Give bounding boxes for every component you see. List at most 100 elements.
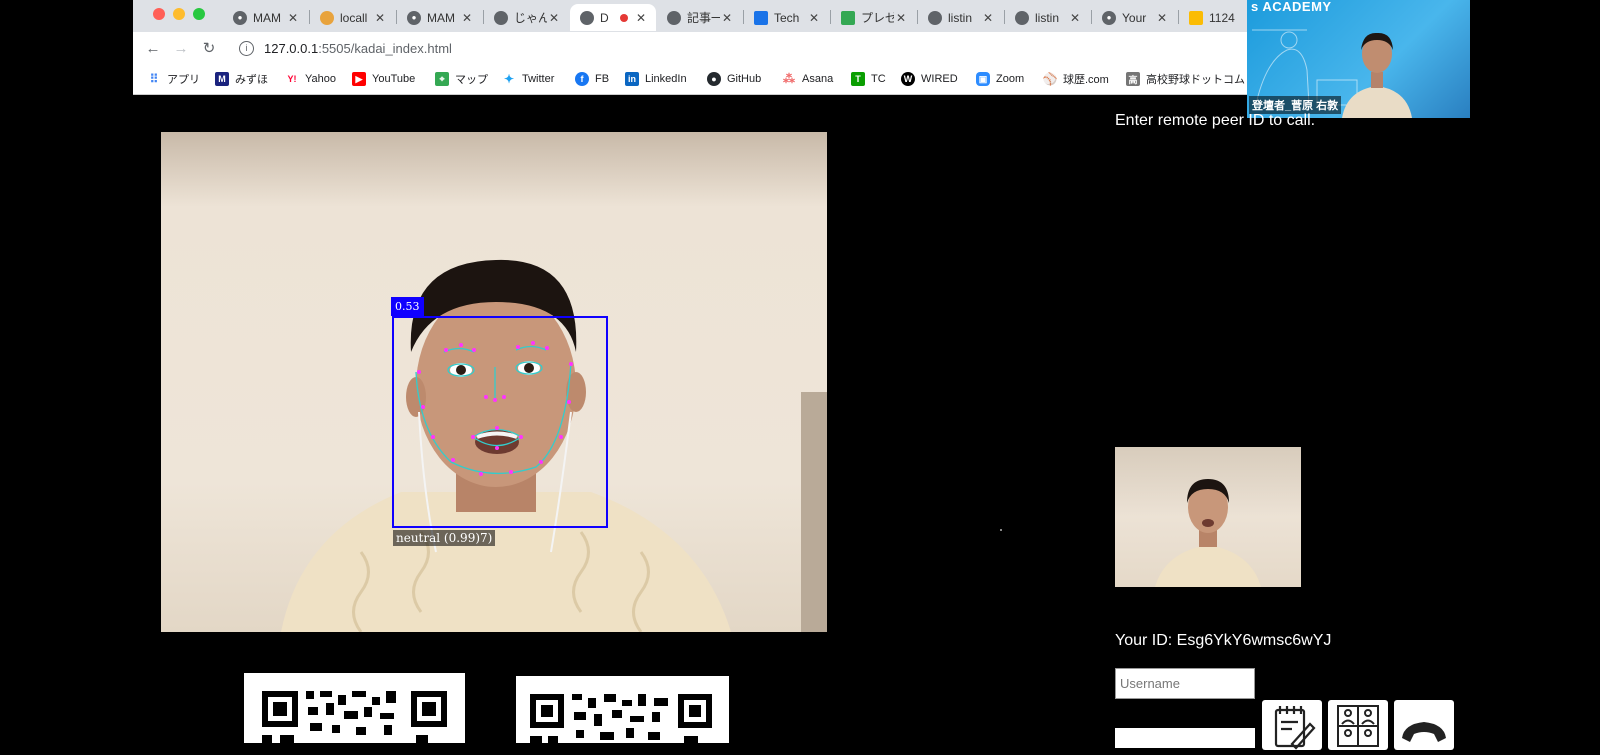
tab-label: D xyxy=(600,10,609,25)
tab-label: MAM xyxy=(427,10,455,25)
tab-label: MAM xyxy=(253,10,281,25)
qr-code xyxy=(244,673,465,743)
tab[interactable]: ● MAM ✕ xyxy=(223,4,308,31)
close-icon[interactable]: ✕ xyxy=(547,11,561,25)
bookmark-twitter[interactable]: ✦ Twitter xyxy=(502,71,554,87)
bookmark-label: マップ xyxy=(455,74,488,86)
reload-icon[interactable]: ↻ xyxy=(199,38,219,58)
close-icon[interactable]: ✕ xyxy=(286,11,300,25)
maps-icon: ⌖ xyxy=(435,72,449,86)
apps-grid-icon: ⠿ xyxy=(149,72,159,86)
tab-active[interactable]: D ✕ xyxy=(570,4,656,31)
tech-icon xyxy=(754,10,768,25)
notepad-button[interactable] xyxy=(1262,700,1322,750)
back-arrow-icon[interactable]: ← xyxy=(143,38,163,58)
close-icon[interactable]: ✕ xyxy=(373,11,387,25)
tab[interactable]: プレゼ ✕ xyxy=(831,4,916,31)
wired-icon: W xyxy=(901,72,915,86)
recording-icon xyxy=(620,13,628,22)
bookmark-koko-yakyu[interactable]: 高 高校野球ドットコム xyxy=(1126,71,1245,87)
tab[interactable]: listin ✕ xyxy=(918,4,1003,31)
yahoo-icon: Y! xyxy=(287,74,297,84)
tab[interactable]: ● MAM ✕ xyxy=(397,4,482,31)
people-grid-icon xyxy=(1337,705,1379,747)
tab-label: Tech xyxy=(774,10,800,25)
close-window-button[interactable] xyxy=(153,8,165,20)
close-icon[interactable]: ✕ xyxy=(634,11,648,25)
facebook-icon: f xyxy=(575,72,589,86)
close-icon[interactable]: ✕ xyxy=(720,11,734,25)
bookmark-apps[interactable]: ⠿ アプリ xyxy=(147,71,200,87)
globe-icon xyxy=(494,10,508,25)
close-icon[interactable]: ✕ xyxy=(807,11,821,25)
peer-call-prompt: Enter remote peer ID to call. xyxy=(1115,112,1316,129)
globe-icon xyxy=(928,10,942,25)
close-icon[interactable]: ✕ xyxy=(981,11,995,25)
bookmark-tc[interactable]: T TC xyxy=(851,71,886,87)
close-icon[interactable]: ✕ xyxy=(894,11,908,25)
minimize-window-button[interactable] xyxy=(173,8,185,20)
bookmark-maps[interactable]: ⌖ マップ xyxy=(435,71,488,87)
bookmark-label: 球歴.com xyxy=(1063,74,1109,86)
bookmark-linkedin[interactable]: in LinkedIn xyxy=(625,71,687,87)
tab[interactable]: ● Your ✕ xyxy=(1092,4,1177,31)
bookmark-fb[interactable]: f FB xyxy=(575,71,609,87)
forward-arrow-icon[interactable]: → xyxy=(171,38,191,58)
address-bar[interactable]: i 127.0.0.1:5505/kadai_index.html xyxy=(233,36,1233,60)
your-peer-id: Your ID: Esg6YkY6wmsc6wYJ xyxy=(1115,632,1332,649)
asana-icon: ⁂ xyxy=(783,72,795,86)
academy-banner-text: s ACADEMY xyxy=(1251,0,1332,14)
info-icon[interactable]: i xyxy=(239,40,254,56)
bookmark-youtube[interactable]: ▶ YouTube xyxy=(352,71,415,87)
bookmark-label: WIRED xyxy=(921,73,958,85)
participants-button[interactable] xyxy=(1328,700,1388,750)
stray-pixel xyxy=(1000,529,1002,531)
globe-icon xyxy=(667,10,681,25)
bookmark-label: LinkedIn xyxy=(645,73,687,85)
bookmark-label: YouTube xyxy=(372,73,416,85)
techcrunch-icon: T xyxy=(851,72,865,86)
bookmark-zoom[interactable]: ▣ Zoom xyxy=(976,71,1024,87)
github-icon: ● xyxy=(233,10,247,25)
close-icon[interactable]: ✕ xyxy=(1068,11,1082,25)
tab-label: じゃん xyxy=(514,11,547,25)
bookmark-asana[interactable]: ⁂ Asana xyxy=(782,71,833,87)
detection-score-label: 0.53 xyxy=(391,297,424,316)
tab-label: Your xyxy=(1122,10,1147,25)
globe-icon xyxy=(580,10,594,25)
tab-label: 記事一 xyxy=(687,11,720,25)
bookmark-github[interactable]: ● GitHub xyxy=(707,71,761,87)
tab[interactable]: listin ✕ xyxy=(1005,4,1090,31)
bookmark-wired[interactable]: W WIRED xyxy=(901,71,958,87)
github-icon: ● xyxy=(707,72,721,86)
tab[interactable]: Tech ✕ xyxy=(744,4,829,31)
close-icon[interactable]: ✕ xyxy=(1155,11,1169,25)
zoom-icon: ▣ xyxy=(976,72,990,86)
bookmark-kyureki[interactable]: ⚾ 球歴.com xyxy=(1043,71,1109,87)
phone-icon xyxy=(1402,722,1446,742)
hs-baseball-icon: 高 xyxy=(1126,72,1140,86)
server-icon xyxy=(320,10,334,25)
bookmark-label: Twitter xyxy=(522,73,555,85)
maximize-window-button[interactable] xyxy=(193,8,205,20)
tab[interactable]: 記事一 ✕ xyxy=(657,4,742,31)
bookmark-label: TC xyxy=(871,73,886,85)
username-input[interactable] xyxy=(1115,668,1255,699)
slides-icon xyxy=(1189,10,1203,25)
bookmark-label: アプリ xyxy=(167,74,200,86)
bookmark-yahoo[interactable]: Y! Yahoo xyxy=(285,71,337,87)
bookmark-mizuho[interactable]: M みずほ xyxy=(215,71,268,87)
bookmark-label: みずほ xyxy=(235,74,268,86)
tab[interactable]: じゃん ✕ xyxy=(484,4,569,31)
baseball-icon: ⚾ xyxy=(1042,72,1058,86)
hang-up-button[interactable] xyxy=(1394,700,1454,750)
tab[interactable]: locall ✕ xyxy=(310,4,395,31)
close-icon[interactable]: ✕ xyxy=(460,11,474,25)
bookmark-label: 高校野球ドットコム xyxy=(1146,74,1245,86)
notepad-icon xyxy=(1274,706,1316,750)
globe-icon xyxy=(1015,10,1029,25)
tab[interactable]: 1124 xyxy=(1179,4,1249,31)
local-video-preview xyxy=(1115,447,1301,587)
peer-id-input[interactable] xyxy=(1115,728,1255,748)
github-icon: ● xyxy=(407,10,421,25)
